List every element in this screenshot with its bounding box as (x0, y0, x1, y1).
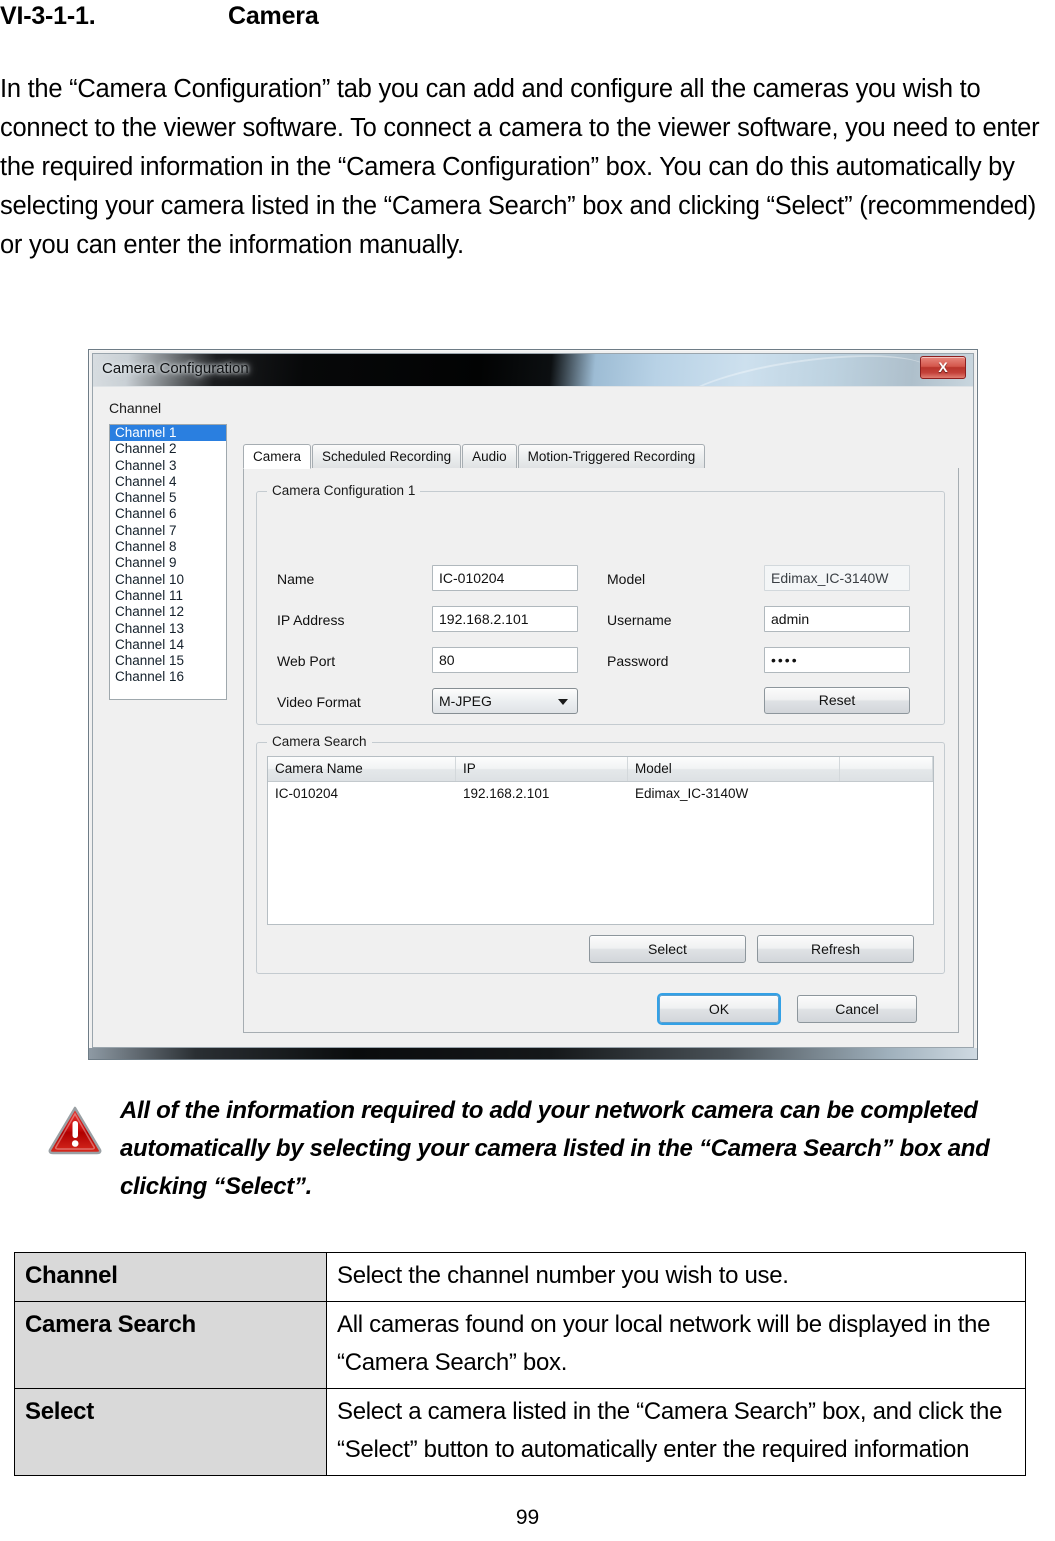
dialog-window: Camera Configuration X Channel Channel 1… (92, 353, 974, 1048)
web-port-label: Web Port (277, 653, 336, 669)
grid-row[interactable]: IC-010204 192.168.2.101 Edimax_IC-3140W (268, 782, 933, 806)
video-format-select[interactable]: M-JPEG (432, 688, 578, 714)
grid-cell: IC-010204 (275, 786, 339, 801)
table-key-cell: Select (14, 1388, 327, 1476)
channel-list-item[interactable]: Channel 7 (110, 523, 226, 539)
dialog-title: Camera Configuration (102, 360, 249, 377)
chevron-down-icon (558, 699, 568, 705)
cancel-button[interactable]: Cancel (797, 995, 917, 1023)
grid-column-header[interactable]: Camera Name (268, 757, 456, 781)
table-value-cell: All cameras found on your local network … (326, 1301, 1026, 1389)
channel-list-item[interactable]: Channel 13 (110, 621, 226, 637)
password-label: Password (607, 653, 669, 669)
refresh-button[interactable]: Refresh (757, 935, 914, 963)
ip-address-input[interactable]: 192.168.2.101 (432, 606, 578, 632)
channel-list-item[interactable]: Channel 2 (110, 441, 226, 457)
channel-list-item[interactable]: Channel 1 (110, 425, 226, 442)
grid-cell: 192.168.2.101 (463, 786, 550, 801)
camera-configuration-dialog-screenshot: Camera Configuration X Channel Channel 1… (88, 349, 978, 1060)
username-input[interactable]: admin (764, 606, 910, 632)
intro-paragraph: In the “Camera Configuration” tab you ca… (0, 75, 1040, 259)
camera-search-results-grid[interactable]: Camera Name IP Model IC-010204 192.168.2.10… (267, 756, 934, 925)
channel-list-item[interactable]: Channel 10 (110, 572, 226, 588)
web-port-input[interactable]: 80 (432, 647, 578, 673)
channel-list-item[interactable]: Channel 3 (110, 458, 226, 474)
camera-search-group: Camera Search Camera Name IP Model IC-0102… (256, 734, 945, 974)
select-button[interactable]: Select (589, 935, 746, 963)
dialog-client-area: Channel Channel 1 Channel 2 Channel 3 Chann… (93, 386, 973, 1047)
ip-address-label: IP Address (277, 612, 345, 628)
close-icon[interactable]: X (920, 356, 966, 379)
channel-list-item[interactable]: Channel 16 (110, 669, 226, 685)
channel-list-item[interactable]: Channel 4 (110, 474, 226, 490)
table-value-cell: Select the channel number you wish to us… (326, 1252, 1026, 1302)
channel-list-item[interactable]: Channel 15 (110, 653, 226, 669)
tab-audio[interactable]: Audio (462, 444, 517, 468)
tab-motion-triggered-recording[interactable]: Motion-Triggered Recording (517, 444, 706, 468)
document-page: VI-3-1-1. Camera In the “Camera Configura… (0, 0, 1055, 1541)
channel-label: Channel (109, 400, 162, 416)
grid-body: IC-010204 192.168.2.101 Edimax_IC-3140W (268, 782, 933, 806)
tab-camera[interactable]: Camera (243, 444, 312, 469)
tab-scheduled-recording[interactable]: Scheduled Recording (312, 444, 462, 468)
channel-list-item[interactable]: Channel 6 (110, 506, 226, 522)
note-text: All of the information required to add y… (120, 1097, 990, 1200)
table-row: Camera Search All cameras found on your l… (14, 1301, 1026, 1389)
channel-list[interactable]: Channel 1 Channel 2 Channel 3 Channel 4 Chan… (109, 424, 227, 700)
table-key-cell: Channel (14, 1252, 327, 1302)
tab-strip: Camera Scheduled Recording Audio Motion-Tri… (243, 444, 959, 469)
grid-cell (840, 782, 933, 806)
screenshot-bottom-band (89, 1048, 977, 1059)
channel-list-item[interactable]: Channel 11 (110, 588, 226, 604)
camera-search-legend: Camera Search (267, 734, 372, 749)
page-number: 99 (515, 1506, 540, 1529)
grid-header-row: Camera Name IP Model (268, 757, 933, 782)
dialog-titlebar: Camera Configuration X (93, 354, 973, 386)
table-key-cell: Camera Search (14, 1301, 327, 1389)
video-format-label: Video Format (277, 694, 361, 710)
channel-list-item[interactable]: Channel 9 (110, 555, 226, 571)
channel-list-item[interactable]: Channel 14 (110, 637, 226, 653)
name-input[interactable]: IC-010204 (432, 565, 578, 591)
channel-list-item[interactable]: Channel 12 (110, 604, 226, 620)
section-heading: VI-3-1-1. Camera (0, 2, 319, 31)
username-label: Username (607, 612, 672, 628)
name-label: Name (277, 571, 315, 587)
channel-list-item[interactable]: Channel 8 (110, 539, 226, 555)
video-format-value: M-JPEG (439, 693, 492, 709)
grid-column-header[interactable]: IP (456, 757, 628, 781)
dialog-footer: OK Cancel (93, 993, 959, 1025)
grid-column-header[interactable]: Model (628, 757, 840, 781)
channel-list-item[interactable]: Channel 5 (110, 490, 226, 506)
reset-button[interactable]: Reset (764, 687, 910, 714)
model-input: Edimax_IC-3140W (764, 565, 910, 591)
table-row: Select Select a camera listed in the “Cam… (14, 1388, 1026, 1476)
table-row: Channel Select the channel number you wis… (14, 1252, 1026, 1302)
grid-cell: Edimax_IC-3140W (635, 786, 749, 801)
warning-triangle-icon (48, 1104, 104, 1156)
ok-button[interactable]: OK (657, 993, 781, 1025)
password-input[interactable]: •••• (764, 647, 910, 673)
section-title: Camera (228, 2, 319, 30)
tab-panel-camera: Camera Configuration 1 Name IC-010204 IP… (243, 468, 959, 1033)
model-label: Model (607, 571, 646, 587)
titlebar-decoration (670, 354, 936, 386)
table-value-cell: Select a camera listed in the “Camera Se… (326, 1388, 1026, 1476)
reference-table: Channel Select the channel number you wis… (14, 1252, 1026, 1476)
section-number: VI-3-1-1. (0, 2, 96, 30)
camera-configuration-legend: Camera Configuration 1 (267, 483, 421, 498)
grid-column-header[interactable] (840, 757, 933, 781)
camera-configuration-group: Camera Configuration 1 Name IC-010204 IP… (256, 483, 945, 725)
